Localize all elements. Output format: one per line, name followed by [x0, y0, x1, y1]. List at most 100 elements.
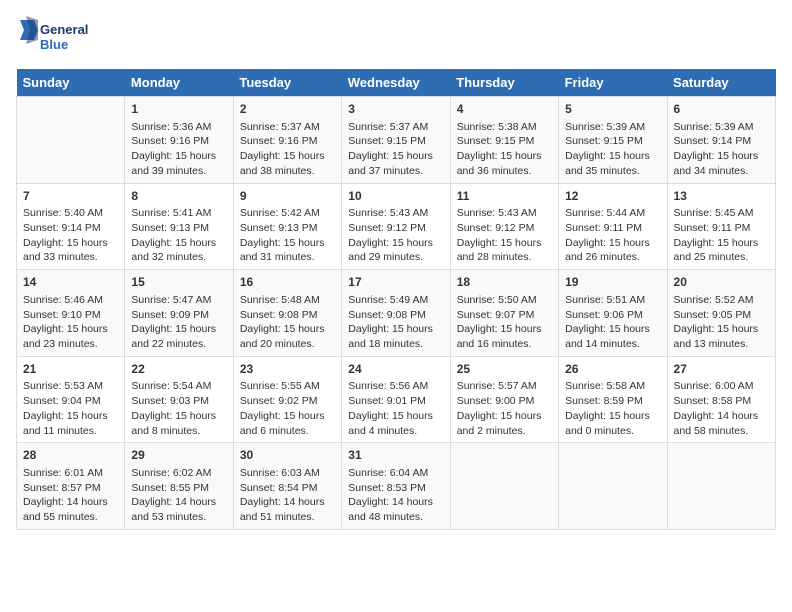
- day-number: 25: [457, 361, 552, 378]
- calendar-body: 1 Sunrise: 5:36 AM Sunset: 9:16 PM Daylig…: [17, 97, 776, 530]
- calendar-header: SundayMondayTuesdayWednesdayThursdayFrid…: [17, 69, 776, 97]
- day-info: Sunrise: 5:52 AM Sunset: 9:05 PM Dayligh…: [674, 293, 769, 352]
- day-info: Sunrise: 5:41 AM Sunset: 9:13 PM Dayligh…: [131, 206, 226, 265]
- day-info: Sunrise: 5:37 AM Sunset: 9:15 PM Dayligh…: [348, 120, 443, 179]
- day-info: Sunrise: 6:00 AM Sunset: 8:58 PM Dayligh…: [674, 379, 769, 438]
- calendar-cell: 18 Sunrise: 5:50 AM Sunset: 9:07 PM Dayli…: [450, 270, 558, 357]
- weekday-header-wednesday: Wednesday: [342, 69, 450, 97]
- day-info: Sunrise: 5:58 AM Sunset: 8:59 PM Dayligh…: [565, 379, 660, 438]
- calendar-cell: 10Sunrise: 5:43 AM Sunset: 9:12 PM Dayli…: [342, 183, 450, 270]
- day-info: Sunrise: 5:38 AM Sunset: 9:15 PM Dayligh…: [457, 120, 552, 179]
- day-number: 11: [457, 188, 552, 205]
- calendar-cell: [17, 97, 125, 184]
- day-number: 12: [565, 188, 660, 205]
- calendar-cell: [450, 443, 558, 530]
- day-info: Sunrise: 5:43 AM Sunset: 9:12 PM Dayligh…: [457, 206, 552, 265]
- day-number: 8: [131, 188, 226, 205]
- weekday-header-thursday: Thursday: [450, 69, 558, 97]
- calendar-cell: 7Sunrise: 5:40 AM Sunset: 9:14 PM Daylig…: [17, 183, 125, 270]
- day-number: 16: [240, 274, 335, 291]
- day-number: 17: [348, 274, 443, 291]
- calendar-cell: 22Sunrise: 5:54 AM Sunset: 9:03 PM Dayli…: [125, 356, 233, 443]
- day-info: Sunrise: 5:49 AM Sunset: 9:08 PM Dayligh…: [348, 293, 443, 352]
- calendar-week-2: 7Sunrise: 5:40 AM Sunset: 9:14 PM Daylig…: [17, 183, 776, 270]
- calendar-cell: 29Sunrise: 6:02 AM Sunset: 8:55 PM Dayli…: [125, 443, 233, 530]
- calendar-cell: 14 Sunrise: 5:46 AM Sunset: 9:10 PM Dayli…: [17, 270, 125, 357]
- day-info: Sunrise: 5:56 AM Sunset: 9:01 PM Dayligh…: [348, 379, 443, 438]
- day-info: Sunrise: 5:50 AM Sunset: 9:07 PM Dayligh…: [457, 293, 552, 352]
- day-number: 3: [348, 101, 443, 118]
- calendar-week-4: 21Sunrise: 5:53 AM Sunset: 9:04 PM Dayli…: [17, 356, 776, 443]
- day-number: 2: [240, 101, 335, 118]
- day-number: 28: [23, 447, 118, 464]
- day-number: 18: [457, 274, 552, 291]
- svg-text:General: General: [40, 22, 88, 37]
- day-info: Sunrise: 5:55 AM Sunset: 9:02 PM Dayligh…: [240, 379, 335, 438]
- calendar-cell: 2 Sunrise: 5:37 AM Sunset: 9:16 PM Daylig…: [233, 97, 341, 184]
- calendar-cell: 31Sunrise: 6:04 AM Sunset: 8:53 PM Dayli…: [342, 443, 450, 530]
- day-number: 5: [565, 101, 660, 118]
- day-number: 23: [240, 361, 335, 378]
- day-info: Sunrise: 5:44 AM Sunset: 9:11 PM Dayligh…: [565, 206, 660, 265]
- day-number: 31: [348, 447, 443, 464]
- day-info: Sunrise: 5:53 AM Sunset: 9:04 PM Dayligh…: [23, 379, 118, 438]
- day-number: 27: [674, 361, 769, 378]
- calendar-cell: 24Sunrise: 5:56 AM Sunset: 9:01 PM Dayli…: [342, 356, 450, 443]
- calendar-cell: 25Sunrise: 5:57 AM Sunset: 9:00 PM Dayli…: [450, 356, 558, 443]
- day-info: Sunrise: 5:51 AM Sunset: 9:06 PM Dayligh…: [565, 293, 660, 352]
- calendar-table: SundayMondayTuesdayWednesdayThursdayFrid…: [16, 69, 776, 530]
- day-number: 21: [23, 361, 118, 378]
- calendar-cell: 28 Sunrise: 6:01 AM Sunset: 8:57 PM Dayli…: [17, 443, 125, 530]
- day-number: 7: [23, 188, 118, 205]
- calendar-cell: 26Sunrise: 5:58 AM Sunset: 8:59 PM Dayli…: [559, 356, 667, 443]
- day-number: 14: [23, 274, 118, 291]
- day-info: Sunrise: 5:37 AM Sunset: 9:16 PM Dayligh…: [240, 120, 335, 179]
- day-info: Sunrise: 5:57 AM Sunset: 9:00 PM Dayligh…: [457, 379, 552, 438]
- day-info: Sunrise: 5:39 AM Sunset: 9:15 PM Dayligh…: [565, 120, 660, 179]
- calendar-week-3: 14 Sunrise: 5:46 AM Sunset: 9:10 PM Dayli…: [17, 270, 776, 357]
- calendar-cell: 30Sunrise: 6:03 AM Sunset: 8:54 PM Dayli…: [233, 443, 341, 530]
- logo-svg: General Blue: [16, 16, 96, 61]
- calendar-cell: 11Sunrise: 5:43 AM Sunset: 9:12 PM Dayli…: [450, 183, 558, 270]
- calendar-cell: 20 Sunrise: 5:52 AM Sunset: 9:05 PM Dayli…: [667, 270, 775, 357]
- weekday-header-sunday: Sunday: [17, 69, 125, 97]
- day-number: 1: [131, 101, 226, 118]
- calendar-week-1: 1 Sunrise: 5:36 AM Sunset: 9:16 PM Daylig…: [17, 97, 776, 184]
- calendar-cell: 12Sunrise: 5:44 AM Sunset: 9:11 PM Dayli…: [559, 183, 667, 270]
- day-info: Sunrise: 6:01 AM Sunset: 8:57 PM Dayligh…: [23, 466, 118, 525]
- calendar-cell: [559, 443, 667, 530]
- day-info: Sunrise: 6:02 AM Sunset: 8:55 PM Dayligh…: [131, 466, 226, 525]
- calendar-cell: 5 Sunrise: 5:39 AM Sunset: 9:15 PM Daylig…: [559, 97, 667, 184]
- calendar-cell: 13Sunrise: 5:45 AM Sunset: 9:11 PM Dayli…: [667, 183, 775, 270]
- weekday-header-saturday: Saturday: [667, 69, 775, 97]
- day-number: 9: [240, 188, 335, 205]
- day-number: 13: [674, 188, 769, 205]
- day-info: Sunrise: 5:45 AM Sunset: 9:11 PM Dayligh…: [674, 206, 769, 265]
- calendar-cell: 1 Sunrise: 5:36 AM Sunset: 9:16 PM Daylig…: [125, 97, 233, 184]
- calendar-cell: 9Sunrise: 5:42 AM Sunset: 9:13 PM Daylig…: [233, 183, 341, 270]
- weekday-header-friday: Friday: [559, 69, 667, 97]
- calendar-cell: 16 Sunrise: 5:48 AM Sunset: 9:08 PM Dayli…: [233, 270, 341, 357]
- calendar-cell: 3 Sunrise: 5:37 AM Sunset: 9:15 PM Daylig…: [342, 97, 450, 184]
- day-info: Sunrise: 6:03 AM Sunset: 8:54 PM Dayligh…: [240, 466, 335, 525]
- calendar-cell: 19 Sunrise: 5:51 AM Sunset: 9:06 PM Dayli…: [559, 270, 667, 357]
- day-info: Sunrise: 5:36 AM Sunset: 9:16 PM Dayligh…: [131, 120, 226, 179]
- day-number: 19: [565, 274, 660, 291]
- day-number: 15: [131, 274, 226, 291]
- day-info: Sunrise: 5:48 AM Sunset: 9:08 PM Dayligh…: [240, 293, 335, 352]
- calendar-week-5: 28 Sunrise: 6:01 AM Sunset: 8:57 PM Dayli…: [17, 443, 776, 530]
- day-number: 20: [674, 274, 769, 291]
- svg-text:Blue: Blue: [40, 37, 68, 52]
- page-header: General Blue: [16, 16, 776, 61]
- day-number: 24: [348, 361, 443, 378]
- day-info: Sunrise: 5:46 AM Sunset: 9:10 PM Dayligh…: [23, 293, 118, 352]
- day-number: 4: [457, 101, 552, 118]
- day-number: 26: [565, 361, 660, 378]
- weekday-header-monday: Monday: [125, 69, 233, 97]
- day-number: 22: [131, 361, 226, 378]
- logo: General Blue: [16, 16, 96, 61]
- calendar-cell: 8Sunrise: 5:41 AM Sunset: 9:13 PM Daylig…: [125, 183, 233, 270]
- calendar-cell: 23Sunrise: 5:55 AM Sunset: 9:02 PM Dayli…: [233, 356, 341, 443]
- calendar-cell: 17 Sunrise: 5:49 AM Sunset: 9:08 PM Dayli…: [342, 270, 450, 357]
- day-info: Sunrise: 5:47 AM Sunset: 9:09 PM Dayligh…: [131, 293, 226, 352]
